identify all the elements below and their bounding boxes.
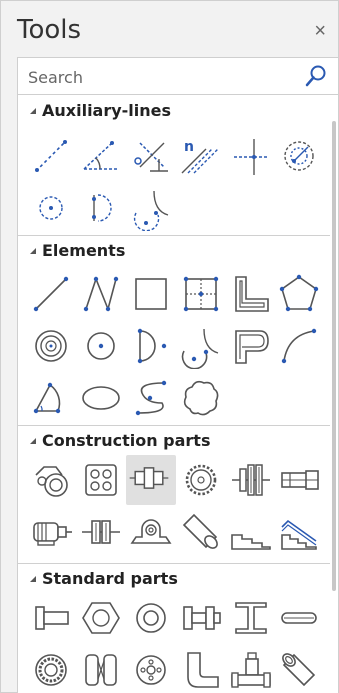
section-header-auxiliary-lines[interactable]: Auxiliary-lines xyxy=(18,101,171,125)
motor-icon[interactable] xyxy=(28,509,74,555)
circle-construction-icon[interactable] xyxy=(276,133,322,179)
panel-title: Tools xyxy=(17,15,82,45)
collapse-triangle-icon xyxy=(30,107,36,114)
pin-icon[interactable] xyxy=(276,595,322,641)
section-divider xyxy=(18,563,330,564)
polyline-icon[interactable] xyxy=(78,271,124,317)
stairs-icon[interactable] xyxy=(228,509,274,555)
close-icon[interactable]: × xyxy=(314,21,326,41)
center-point-circle-icon[interactable] xyxy=(28,185,74,231)
spring-clutch-icon[interactable] xyxy=(228,457,274,503)
circle-center-icon[interactable] xyxy=(78,323,124,369)
bolt-icon[interactable] xyxy=(28,595,74,641)
disc-bearing-icon[interactable] xyxy=(128,647,174,693)
concentric-circles-icon[interactable] xyxy=(28,323,74,369)
coupling-icon[interactable] xyxy=(126,455,176,505)
tools-list: Auxiliary-lines n Elements Construction xyxy=(17,95,339,693)
line-icon[interactable] xyxy=(28,271,74,317)
i-beam-icon[interactable] xyxy=(228,595,274,641)
section-divider xyxy=(18,425,330,426)
tangent-arc-icon[interactable] xyxy=(78,185,124,231)
dotted-plate-icon[interactable] xyxy=(78,457,124,503)
scrollbar[interactable] xyxy=(332,121,336,591)
pipe-icon[interactable] xyxy=(276,647,322,693)
collapse-triangle-icon xyxy=(30,575,36,582)
arc-icon[interactable] xyxy=(276,323,322,369)
diagonal-dotted-line-icon[interactable] xyxy=(28,133,74,179)
point-grid-icon[interactable] xyxy=(178,271,224,317)
shaft-icon[interactable] xyxy=(178,509,224,555)
segment-shape-icon[interactable] xyxy=(128,323,174,369)
search-box xyxy=(17,57,339,95)
pipe-elbow-icon[interactable] xyxy=(178,647,224,693)
spline-icon[interactable] xyxy=(128,375,174,421)
pillow-block-icon[interactable] xyxy=(128,509,174,555)
crosshair-icon[interactable] xyxy=(228,133,274,179)
pipe-tee-icon[interactable] xyxy=(228,647,274,693)
perpendicular-line-icon[interactable] xyxy=(128,133,174,179)
angle-line-icon[interactable] xyxy=(78,133,124,179)
shaft-sleeve-icon[interactable] xyxy=(78,647,124,693)
ellipse-icon[interactable] xyxy=(78,375,124,421)
washer-icon[interactable] xyxy=(128,595,174,641)
parallel-lines-n-icon[interactable]: n xyxy=(178,133,224,179)
section-header-construction-parts[interactable]: Construction parts xyxy=(18,431,210,455)
section-header-elements[interactable]: Elements xyxy=(18,241,125,265)
search-input[interactable] xyxy=(28,66,288,88)
stairs-rail-icon[interactable] xyxy=(276,509,322,555)
l-shape-icon[interactable] xyxy=(228,271,274,317)
search-icon[interactable] xyxy=(304,64,328,88)
cylinder-housing-icon[interactable] xyxy=(276,457,322,503)
outline-shape-icon[interactable] xyxy=(228,323,274,369)
title-bar: Tools × xyxy=(1,1,338,57)
rectangle-icon[interactable] xyxy=(128,271,174,317)
section-divider xyxy=(18,235,330,236)
cloud-icon[interactable] xyxy=(178,375,224,421)
bearing-eye-icon[interactable] xyxy=(28,457,74,503)
pentagon-icon[interactable] xyxy=(276,271,322,317)
section-header-standard-parts[interactable]: Standard parts xyxy=(18,569,178,593)
stud-bolt-icon[interactable] xyxy=(178,595,224,641)
sector-icon[interactable] xyxy=(28,375,74,421)
hex-nut-icon[interactable] xyxy=(78,595,124,641)
arc-point-icon[interactable] xyxy=(128,185,174,231)
collapse-triangle-icon xyxy=(30,247,36,254)
arc-tangent-icon[interactable] xyxy=(178,323,224,369)
ball-bearing-icon[interactable] xyxy=(28,647,74,693)
shaft-coupling-icon[interactable] xyxy=(78,509,124,555)
collapse-triangle-icon xyxy=(30,437,36,444)
gear-icon[interactable] xyxy=(178,457,224,503)
svg-text:n: n xyxy=(184,139,194,155)
tools-panel: Tools × Auxiliary-lines n Elements xyxy=(0,0,339,693)
